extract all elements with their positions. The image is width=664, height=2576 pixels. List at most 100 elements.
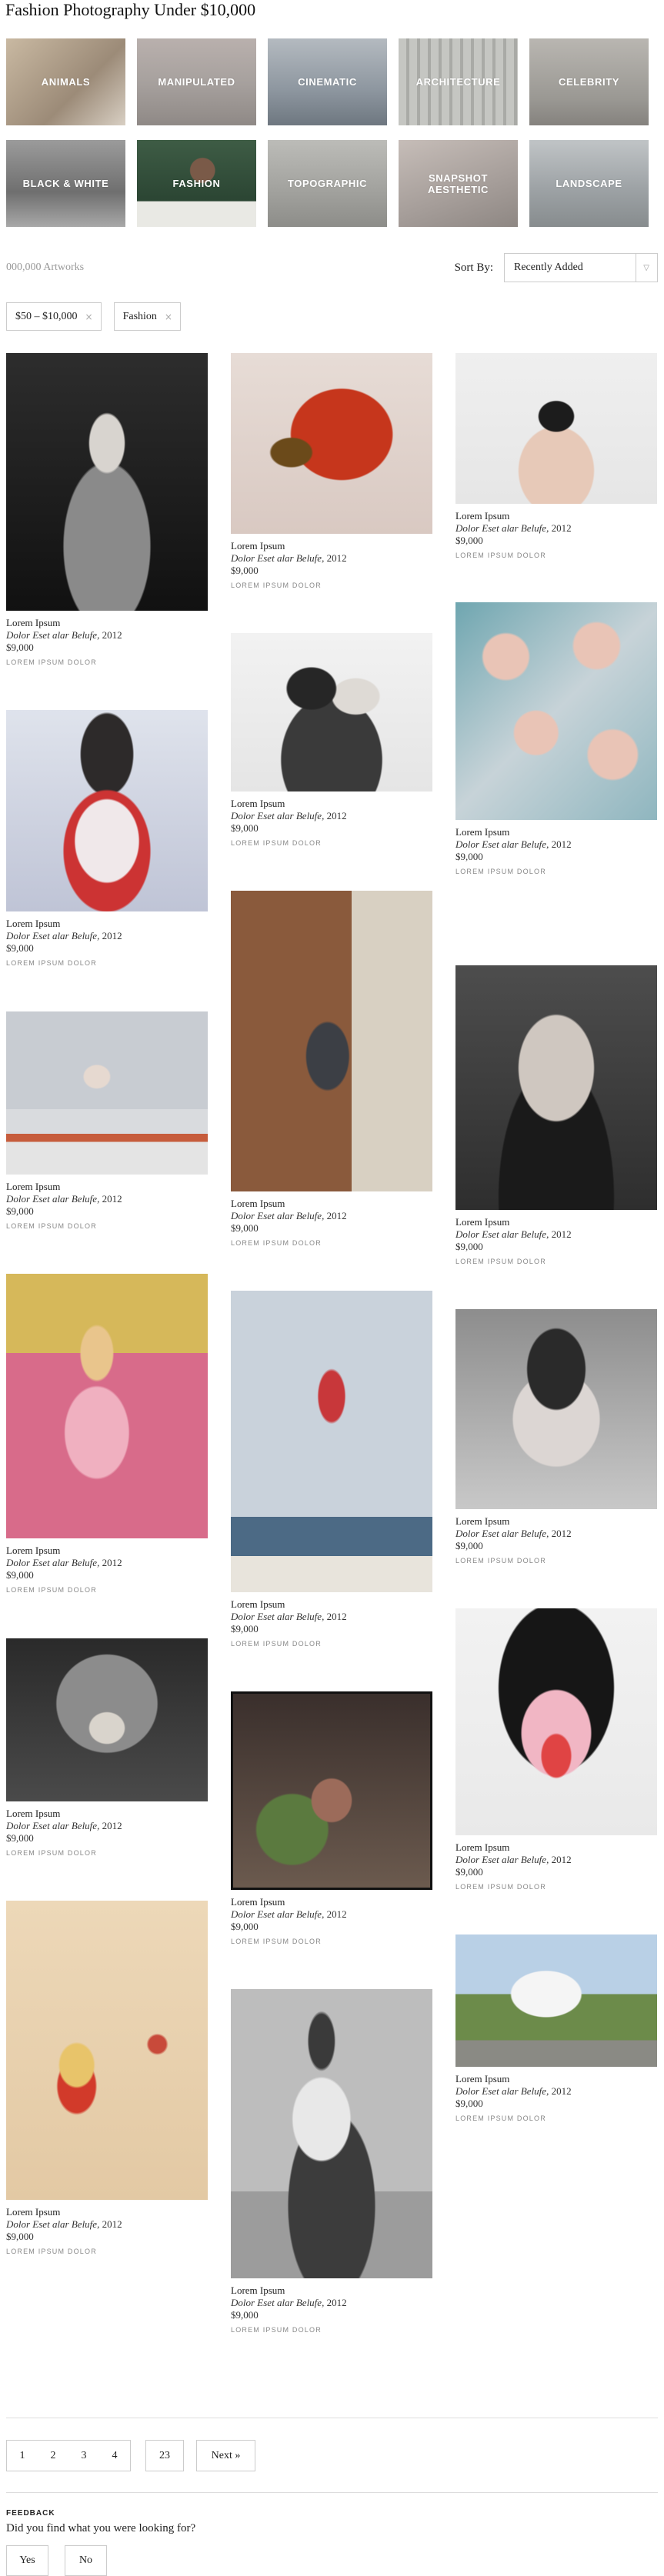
category-celebrity[interactable]: Celebrity: [529, 38, 649, 125]
page-2-button[interactable]: 2: [38, 2441, 68, 2471]
gallery-name[interactable]: Lorem Ipsum Dolor: [231, 1938, 432, 1945]
artwork-card[interactable]: Lorem Ipsum Dolor Eset alar Belufe, 2012…: [6, 353, 208, 710]
page-last-button[interactable]: 23: [145, 2440, 184, 2471]
gallery-name[interactable]: Lorem Ipsum Dolor: [231, 1239, 432, 1247]
gallery-name[interactable]: Lorem Ipsum Dolor: [231, 582, 432, 589]
gallery-name[interactable]: Lorem Ipsum Dolor: [455, 552, 657, 559]
gallery-name[interactable]: Lorem Ipsum Dolor: [231, 1640, 432, 1648]
artwork-card[interactable]: Lorem Ipsum Dolor Eset alar Belufe, 2012…: [231, 633, 432, 891]
artist-name[interactable]: Lorem Ipsum: [231, 1198, 432, 1210]
page-3-button[interactable]: 3: [68, 2441, 99, 2471]
artwork-image[interactable]: [455, 1608, 657, 1835]
gallery-name[interactable]: Lorem Ipsum Dolor: [6, 658, 208, 666]
artwork-card[interactable]: Lorem Ipsum Dolor Eset alar Belufe, 2012…: [6, 1901, 208, 2255]
artwork-card[interactable]: Lorem Ipsum Dolor Eset alar Belufe, 2012…: [6, 1638, 208, 1901]
gallery-name[interactable]: Lorem Ipsum Dolor: [455, 1557, 657, 1565]
artist-name[interactable]: Lorem Ipsum: [455, 1515, 657, 1528]
artwork-image[interactable]: [455, 1934, 657, 2067]
filter-chip-category[interactable]: Fashion ×: [113, 302, 181, 331]
artist-name[interactable]: Lorem Ipsum: [455, 1841, 657, 1854]
category-cinematic[interactable]: Cinematic: [268, 38, 387, 125]
artwork-image[interactable]: [6, 1638, 208, 1801]
category-topographic[interactable]: Topographic: [268, 140, 387, 227]
category-label: Animals: [41, 76, 91, 88]
gallery-name[interactable]: Lorem Ipsum Dolor: [455, 1883, 657, 1891]
artwork-card[interactable]: Lorem Ipsum Dolor Eset alar Belufe, 2012…: [231, 353, 432, 633]
artwork-image[interactable]: [231, 1989, 432, 2278]
artist-name[interactable]: Lorem Ipsum: [231, 540, 432, 552]
gallery-name[interactable]: Lorem Ipsum Dolor: [231, 2326, 432, 2334]
feedback-yes-button[interactable]: Yes: [6, 2545, 48, 2576]
artist-name[interactable]: Lorem Ipsum: [455, 510, 657, 522]
gallery-name[interactable]: Lorem Ipsum Dolor: [231, 839, 432, 847]
artwork-image[interactable]: [455, 353, 657, 504]
artwork-card[interactable]: Lorem Ipsum Dolor Eset alar Belufe, 2012…: [455, 1309, 657, 1608]
artwork-card[interactable]: Lorem Ipsum Dolor Eset alar Belufe, 2012…: [455, 353, 657, 602]
gallery-name[interactable]: Lorem Ipsum Dolor: [6, 959, 208, 967]
artist-name[interactable]: Lorem Ipsum: [6, 1181, 208, 1193]
gallery-name[interactable]: Lorem Ipsum Dolor: [6, 1849, 208, 1857]
artwork-image[interactable]: [231, 1291, 432, 1592]
artist-name[interactable]: Lorem Ipsum: [231, 798, 432, 810]
artist-name[interactable]: Lorem Ipsum: [455, 826, 657, 838]
gallery-name[interactable]: Lorem Ipsum Dolor: [6, 1586, 208, 1594]
artwork-card[interactable]: Lorem Ipsum Dolor Eset alar Belufe, 2012…: [231, 1291, 432, 1691]
artist-name[interactable]: Lorem Ipsum: [6, 617, 208, 629]
artwork-image[interactable]: [6, 1274, 208, 1538]
category-snapshot-aesthetic[interactable]: Snapshot Aesthetic: [399, 140, 518, 227]
category-landscape[interactable]: Landscape: [529, 140, 649, 227]
filter-chip-price[interactable]: $50 – $10,000 ×: [6, 302, 102, 331]
category-animals[interactable]: Animals: [6, 38, 125, 125]
close-icon[interactable]: ×: [85, 312, 93, 322]
artwork-card[interactable]: Lorem Ipsum Dolor Eset alar Belufe, 2012…: [455, 965, 657, 1309]
artwork-card[interactable]: Lorem Ipsum Dolor Eset alar Belufe, 2012…: [6, 1274, 208, 1638]
artwork-image[interactable]: [6, 1901, 208, 2200]
artwork-card[interactable]: Lorem Ipsum Dolor Eset alar Belufe, 2012…: [6, 1011, 208, 1274]
feedback-no-button[interactable]: No: [65, 2545, 107, 2576]
category-fashion[interactable]: Fashion: [137, 140, 256, 227]
artwork-image[interactable]: [455, 965, 657, 1210]
sort-select[interactable]: Recently Added ▽: [504, 253, 658, 282]
artist-name[interactable]: Lorem Ipsum: [6, 918, 208, 930]
category-manipulated[interactable]: Manipulated: [137, 38, 256, 125]
artist-name[interactable]: Lorem Ipsum: [6, 1808, 208, 1820]
artwork-card[interactable]: Lorem Ipsum Dolor Eset alar Belufe, 2012…: [231, 891, 432, 1291]
page-4-button[interactable]: 4: [99, 2441, 130, 2471]
feedback-question: Did you find what you were looking for?: [6, 2522, 196, 2534]
artwork-image[interactable]: [231, 633, 432, 791]
artwork-card[interactable]: Lorem Ipsum Dolor Eset alar Belufe, 2012…: [455, 1934, 657, 2122]
artwork-card[interactable]: Lorem Ipsum Dolor Eset alar Belufe, 2012…: [455, 602, 657, 965]
artwork-card[interactable]: Lorem Ipsum Dolor Eset alar Belufe, 2012…: [231, 1691, 432, 1989]
artwork-card[interactable]: Lorem Ipsum Dolor Eset alar Belufe, 2012…: [455, 1608, 657, 1934]
artwork-card[interactable]: Lorem Ipsum Dolor Eset alar Belufe, 2012…: [231, 1989, 432, 2334]
artwork-image[interactable]: [231, 353, 432, 534]
artwork-image[interactable]: [6, 1011, 208, 1175]
artwork-image[interactable]: [455, 602, 657, 820]
artwork-price: $9,000: [6, 942, 34, 954]
gallery-name[interactable]: Lorem Ipsum Dolor: [6, 1222, 208, 1230]
artist-name[interactable]: Lorem Ipsum: [6, 2206, 208, 2218]
artwork-card[interactable]: Lorem Ipsum Dolor Eset alar Belufe, 2012…: [6, 710, 208, 1011]
artist-name[interactable]: Lorem Ipsum: [455, 2073, 657, 2085]
next-page-button[interactable]: Next »: [196, 2440, 255, 2471]
artist-name[interactable]: Lorem Ipsum: [6, 1545, 208, 1557]
category-black-and-white[interactable]: Black & White: [6, 140, 125, 227]
category-architecture[interactable]: Architecture: [399, 38, 518, 125]
artwork-image[interactable]: [455, 1309, 657, 1509]
artist-name[interactable]: Lorem Ipsum: [455, 1216, 657, 1228]
gallery-name[interactable]: Lorem Ipsum Dolor: [455, 2114, 657, 2122]
artwork-image[interactable]: [6, 710, 208, 911]
artwork-image[interactable]: [231, 1691, 432, 1890]
gallery-name[interactable]: Lorem Ipsum Dolor: [455, 868, 657, 875]
artwork-image[interactable]: [231, 891, 432, 1191]
page-1-button[interactable]: 1: [7, 2441, 38, 2471]
gallery-name[interactable]: Lorem Ipsum Dolor: [6, 2248, 208, 2255]
artwork-image[interactable]: [6, 353, 208, 611]
close-icon[interactable]: ×: [165, 312, 172, 322]
artist-name[interactable]: Lorem Ipsum: [231, 1896, 432, 1908]
artwork-title: Dolor Eset alar Belufe, 2012: [6, 629, 122, 641]
category-label: Topographic: [287, 178, 368, 189]
artist-name[interactable]: Lorem Ipsum: [231, 1598, 432, 1611]
artist-name[interactable]: Lorem Ipsum: [231, 2284, 432, 2297]
gallery-name[interactable]: Lorem Ipsum Dolor: [455, 1258, 657, 1265]
